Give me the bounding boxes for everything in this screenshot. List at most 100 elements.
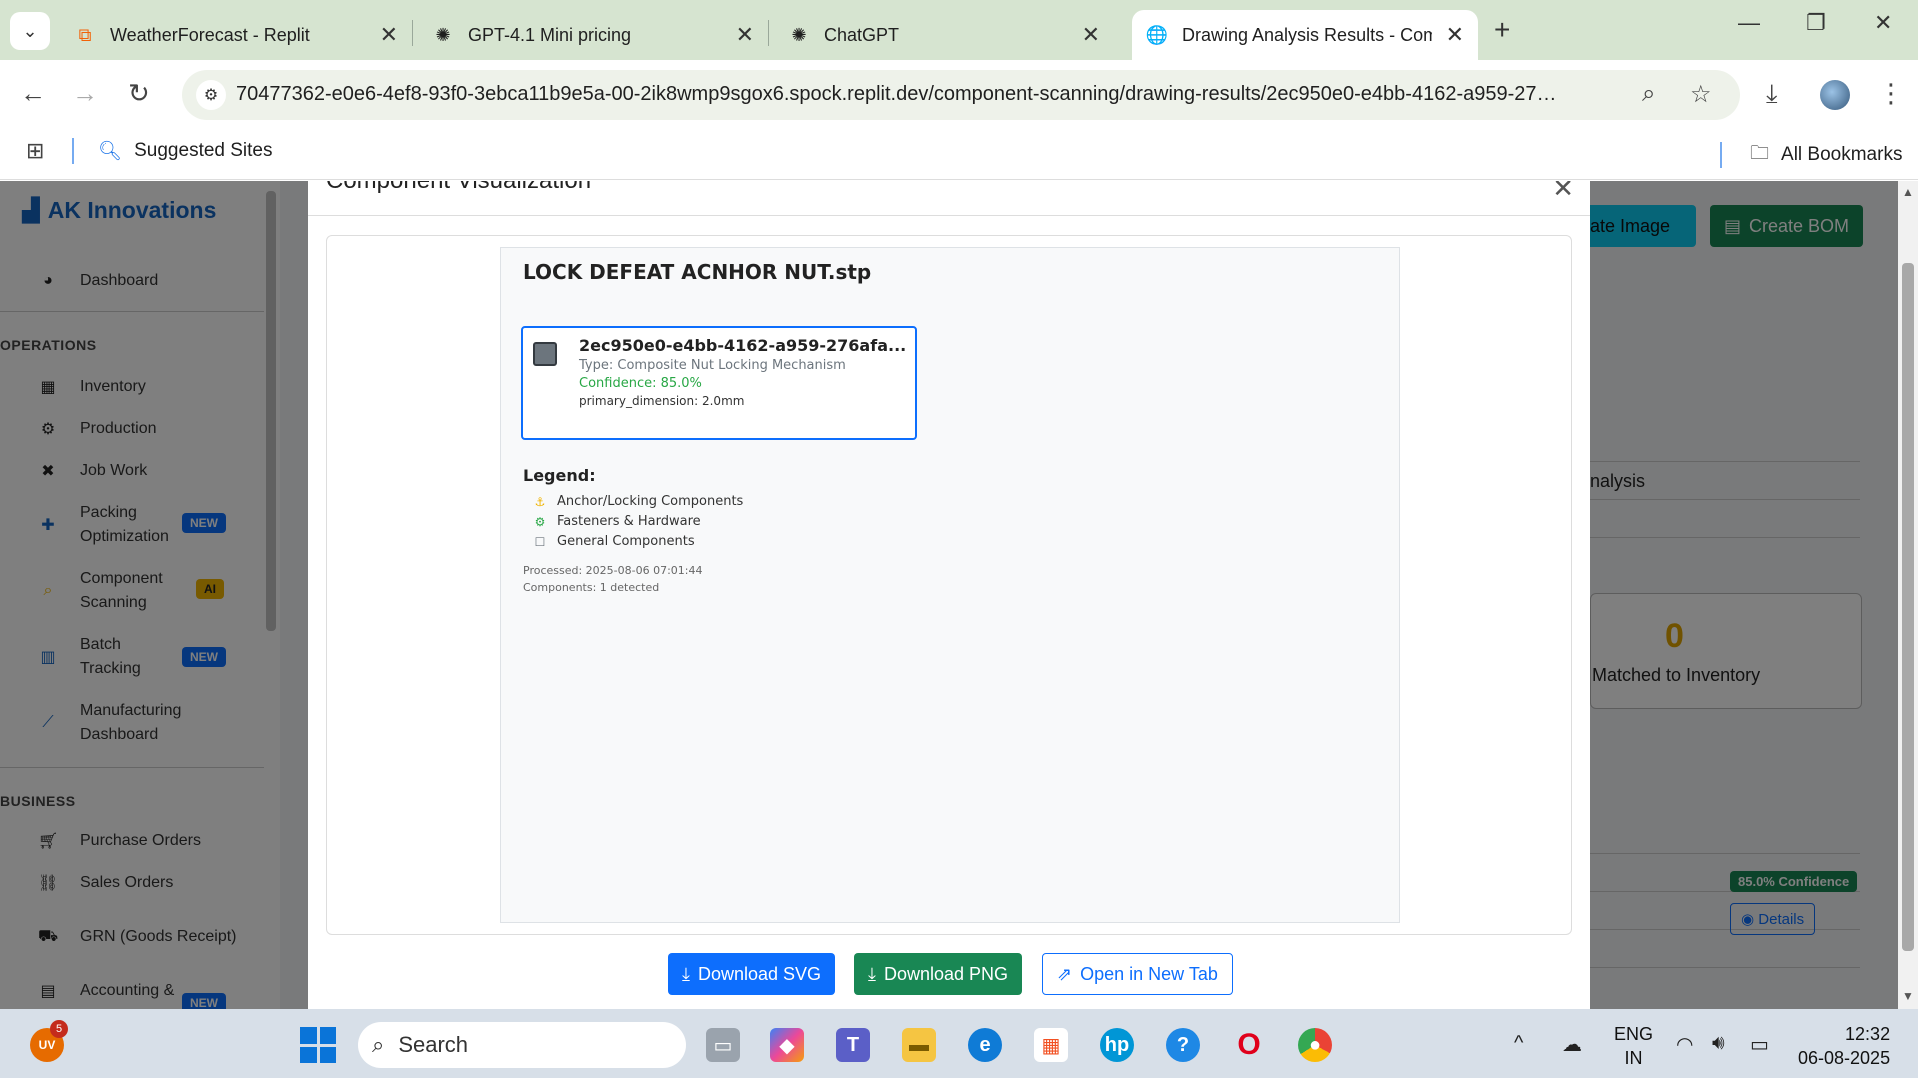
input-language[interactable]: ENG IN — [1614, 1022, 1653, 1070]
teams-icon[interactable]: T — [836, 1028, 870, 1062]
scroll-down-icon[interactable]: ▼ — [1902, 989, 1914, 1003]
tab-chatgpt[interactable]: ✺ ChatGPT ✕ — [774, 10, 1114, 60]
legend-label: Anchor/Locking Components — [557, 494, 744, 509]
drawing-canvas: LOCK DEFEAT ACNHOR NUT.stp 2ec950e0-e4bb… — [500, 247, 1400, 923]
user-initials: UV — [38, 1038, 56, 1052]
battery-icon[interactable]: ▭ — [1750, 1032, 1769, 1057]
button-label: Open in New Tab — [1080, 963, 1218, 984]
hp-icon[interactable]: hp — [1100, 1028, 1134, 1062]
zoom-icon[interactable]: ⌕ — [1642, 80, 1655, 108]
lang-code: ENG — [1614, 1024, 1654, 1044]
profile-avatar[interactable] — [1820, 80, 1850, 110]
taskbar-search[interactable]: ⌕ Search — [358, 1022, 686, 1068]
bookmark-star-icon[interactable]: ☆ — [1690, 80, 1712, 109]
component-id: 2ec950e0-e4bb-4162-a959-276afa... — [579, 336, 907, 355]
component-type: Type: Composite Nut Locking Mechanism — [579, 358, 846, 373]
folder-icon: 🗀 — [1750, 143, 1770, 164]
component-swatch — [533, 342, 557, 366]
tab-drawing-analysis[interactable]: 🌐 Drawing Analysis Results - Com ✕ — [1132, 10, 1478, 60]
square-icon: ☐ — [534, 534, 546, 549]
legend-label: Fasteners & Hardware — [557, 514, 701, 529]
windows-start-icon[interactable] — [300, 1027, 336, 1063]
download-png-button[interactable]: ⤓ Download PNG — [854, 953, 1023, 995]
close-icon[interactable]: ✕ — [1446, 22, 1464, 48]
url-text[interactable]: 70477362-e0e6-4ef8-93f0-3ebca11b9e5a-00-… — [236, 83, 1626, 106]
system-clock[interactable]: 12:32 06-08-2025 — [1798, 1022, 1890, 1070]
lang-region: IN — [1624, 1048, 1643, 1068]
button-label: Download PNG — [883, 963, 1009, 984]
legend-item-fasteners: ⚙ Fasteners & Hardware — [533, 514, 701, 529]
apps-grid-icon[interactable]: ⊞ — [26, 138, 44, 164]
tab-weatherforecast[interactable]: ⧉ WeatherForecast - Replit ✕ — [60, 10, 412, 60]
download-icon[interactable]: ⤓ — [1766, 78, 1778, 110]
download-icon: ⤓ — [868, 963, 876, 984]
search-label: Search — [398, 1032, 469, 1057]
copilot-icon[interactable]: ◆ — [770, 1028, 804, 1062]
bookmark-divider — [1720, 142, 1722, 168]
site-info-icon[interactable]: ⚙ — [196, 80, 226, 110]
legend-label: General Components — [557, 534, 695, 549]
close-icon[interactable]: ✕ — [1552, 181, 1574, 204]
tab-gpt-pricing[interactable]: ✺ GPT-4.1 Mini pricing ✕ — [418, 10, 768, 60]
help-icon[interactable]: ? — [1166, 1028, 1200, 1062]
volume-icon[interactable]: 🔊︎ — [1712, 1032, 1725, 1055]
drawing-title: LOCK DEFEAT ACNHOR NUT.stp — [523, 260, 872, 284]
minimize-icon[interactable]: — — [1738, 10, 1760, 36]
all-bookmarks[interactable]: 🗀 All Bookmarks — [1720, 139, 1902, 171]
opera-icon[interactable]: O — [1232, 1028, 1266, 1062]
tab-title: Drawing Analysis Results - Com — [1182, 24, 1432, 45]
component-visualization-modal: Component Visualization ✕ LOCK DEFEAT AC… — [308, 181, 1590, 1009]
legend-item-general: ☐ General Components — [533, 534, 695, 549]
components-count: Components: 1 detected — [523, 581, 660, 594]
scroll-up-icon[interactable]: ▲ — [1902, 185, 1914, 199]
component-confidence: Confidence: 85.0% — [579, 376, 702, 391]
processed-timestamp: Processed: 2025-08-06 07:01:44 — [523, 564, 703, 577]
close-icon[interactable]: ✕ — [736, 22, 754, 48]
onedrive-icon[interactable]: ☁ — [1562, 1032, 1582, 1057]
store-icon[interactable]: ▦ — [1034, 1028, 1068, 1062]
legend-item-anchor: ⚓ Anchor/Locking Components — [533, 494, 744, 509]
more-menu-icon[interactable]: ⋮ — [1878, 78, 1904, 109]
globe-icon: 🌐 — [1145, 24, 1169, 45]
clock-date: 06-08-2025 — [1798, 1048, 1891, 1068]
download-icon: ⤓ — [682, 963, 690, 984]
tab-divider — [412, 20, 413, 46]
edge-icon[interactable]: e — [968, 1028, 1002, 1062]
scroll-thumb[interactable] — [1902, 263, 1914, 951]
download-svg-button[interactable]: ⤓ Download SVG — [668, 953, 836, 995]
replit-icon: ⧉ — [78, 24, 92, 45]
show-hidden-icons[interactable]: ^ — [1514, 1032, 1523, 1055]
close-icon[interactable]: ✕ — [1082, 22, 1100, 48]
search-icon: 🔍︎ — [98, 141, 123, 162]
wifi-icon[interactable]: ◠ — [1676, 1032, 1693, 1057]
openai-icon: ✺ — [435, 24, 451, 45]
close-icon[interactable]: ✕ — [380, 22, 398, 48]
legend-title: Legend: — [523, 466, 596, 485]
window-close-icon[interactable]: ✕ — [1874, 10, 1892, 36]
external-link-icon: ⇗ — [1057, 963, 1073, 984]
open-new-tab-button[interactable]: ⇗ Open in New Tab — [1042, 953, 1233, 995]
tab-divider — [768, 20, 769, 46]
tab-title: WeatherForecast - Replit — [110, 24, 310, 45]
forward-icon[interactable]: → — [72, 78, 98, 109]
reload-icon[interactable]: ↻ — [128, 78, 150, 109]
tab-search-button[interactable]: ⌄ — [10, 12, 50, 50]
component-dimension: primary_dimension: 2.0mm — [579, 394, 745, 408]
task-view-icon[interactable]: ▭ — [706, 1028, 740, 1062]
tab-title: GPT-4.1 Mini pricing — [468, 24, 632, 45]
search-icon: ⌕ — [372, 1032, 385, 1057]
bookmark-suggested-sites[interactable]: 🔍︎ Suggested Sites — [98, 139, 273, 163]
gear-icon: ⚙ — [534, 514, 546, 529]
chrome-icon[interactable]: ● — [1298, 1028, 1332, 1062]
bookmark-divider — [72, 138, 74, 164]
tab-title: ChatGPT — [824, 24, 900, 45]
openai-icon: ✺ — [791, 24, 807, 45]
new-tab-button[interactable]: + — [1494, 14, 1510, 46]
back-icon[interactable]: ← — [20, 78, 46, 109]
component-card[interactable]: 2ec950e0-e4bb-4162-a959-276afa... Type: … — [521, 326, 917, 440]
bookmarks-bar — [0, 126, 1918, 180]
restore-icon[interactable]: ❐ — [1806, 10, 1826, 36]
anchor-icon: ⚓ — [534, 494, 546, 509]
file-explorer-icon[interactable]: ▬ — [902, 1028, 936, 1062]
page-scrollbar[interactable]: ▲ ▼ — [1898, 181, 1918, 1009]
